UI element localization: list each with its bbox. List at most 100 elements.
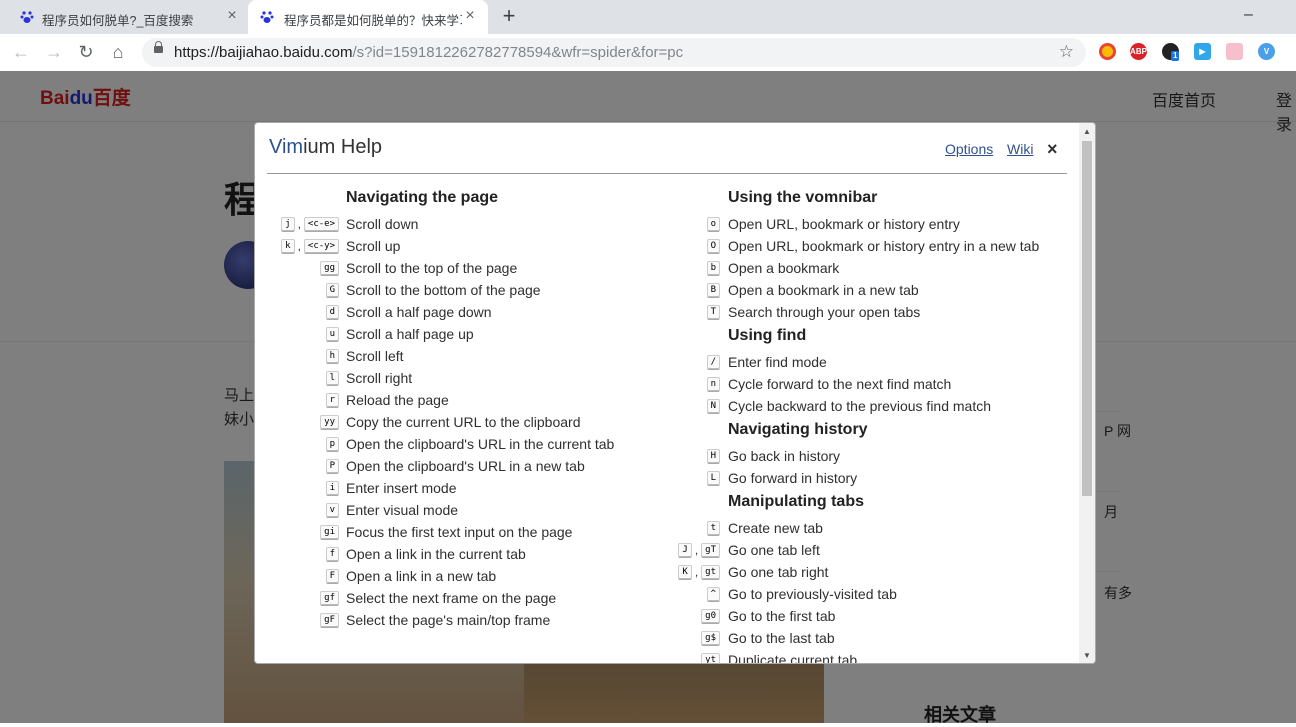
key-binding: v (325, 501, 339, 518)
key-cap: yt (701, 652, 720, 663)
qq-extension-icon[interactable]: 1 (1162, 43, 1180, 61)
command-row: o Open URL, bookmark or history entry (255, 215, 1055, 235)
key-binding: / (706, 353, 720, 370)
command-row: / Enter find mode (255, 353, 1055, 373)
command-description: Go forward in history (728, 470, 858, 486)
command-description: Duplicate current tab (728, 652, 858, 664)
scroll-down-arrow-icon[interactable]: ▼ (1083, 651, 1091, 660)
tab-strip: 程序员如何脱单?_百度搜索 × 程序员都是如何脱单的？快来学习 × + – (0, 0, 1296, 34)
command-row: L Go forward in history (255, 469, 1055, 489)
video-extension-icon[interactable]: ▶ (1194, 43, 1211, 60)
command-description: Open URL, bookmark or history entry in a… (728, 238, 1040, 254)
minimize-icon[interactable]: – (1244, 6, 1253, 24)
url-text: https://baijiahao.baidu.com/s?id=1591812… (174, 44, 684, 61)
key-binding: n (706, 375, 720, 392)
command-row: T Search through your open tabs (255, 303, 1055, 323)
key-cap: gT (701, 542, 720, 558)
reload-icon[interactable]: ↻ (74, 40, 98, 64)
command-description: Open a bookmark (728, 260, 840, 276)
key-binding: J, gT (678, 541, 720, 558)
command-row: B Open a bookmark in a new tab (255, 281, 1055, 301)
key-cap: N (706, 398, 720, 414)
key-cap: L (706, 470, 720, 486)
scrollbar-thumb[interactable] (1082, 141, 1092, 496)
key-binding: O (706, 237, 720, 254)
back-arrow-icon[interactable]: ← (9, 40, 33, 64)
key-binding: T (706, 303, 720, 320)
command-row: v Enter visual mode (255, 501, 1055, 521)
options-link[interactable]: Options (945, 141, 993, 157)
command-row: t Create new tab (255, 519, 1055, 539)
title-divider (267, 173, 1067, 174)
key-cap: yy (320, 414, 339, 430)
key-binding: yt (701, 651, 720, 663)
key-binding: g0 (701, 607, 720, 624)
command-description: Go back in history (728, 448, 841, 464)
lock-icon (154, 41, 163, 53)
command-description: Search through your open tabs (728, 304, 921, 320)
baidu-paw-icon (20, 11, 34, 23)
home-icon[interactable]: ⌂ (106, 40, 130, 64)
close-icon[interactable]: × (1047, 139, 1058, 160)
command-description: Go to the first tab (728, 608, 836, 624)
key-binding: H (706, 447, 720, 464)
command-description: Cycle forward to the next find match (728, 376, 952, 392)
address-bar[interactable]: https://baijiahao.baidu.com/s?id=1591812… (142, 38, 1086, 67)
key-cap: g$ (701, 630, 720, 646)
tab-baidu-search[interactable]: 程序员如何脱单?_百度搜索 × (0, 0, 248, 34)
scrollbar[interactable]: ▲ ▼ (1079, 123, 1095, 663)
command-description: Open URL, bookmark or history entry (728, 216, 960, 232)
key-binding: t (706, 519, 720, 536)
command-row: O Open URL, bookmark or history entry in … (255, 237, 1055, 257)
section-heading: Navigating the page (346, 189, 499, 206)
key-binding: L (706, 469, 720, 486)
command-description: Go one tab left (728, 542, 820, 558)
section-heading: Using find (728, 327, 807, 344)
dialog-title: Vimium Help (269, 136, 383, 158)
command-row: K, gt Go one tab right (255, 563, 1055, 583)
adblock-icon[interactable]: ABP (1130, 43, 1147, 60)
vimium-extension-icon[interactable]: V (1258, 43, 1275, 60)
key-cap: B (706, 282, 720, 298)
command-row: N Cycle backward to the previous find mat… (255, 397, 1055, 417)
command-description: Cycle backward to the previous find matc… (728, 398, 992, 414)
bilibili-extension-icon[interactable] (1226, 43, 1243, 60)
command-row: J, gT Go one tab left (255, 541, 1055, 561)
command-row: b Open a bookmark (255, 259, 1055, 279)
baidu-paw-icon (260, 11, 274, 23)
command-row: ^ Go to previously-visited tab (255, 585, 1055, 605)
command-row: n Cycle forward to the next find match (255, 375, 1055, 395)
new-tab-button[interactable]: + (498, 5, 520, 29)
key-cap: ^ (706, 586, 720, 602)
tab-title: 程序员都是如何脱单的？快来学习 (284, 14, 462, 28)
command-row: yt Duplicate current tab (255, 651, 1055, 664)
key-cap: u (325, 326, 339, 342)
key-cap: gt (701, 564, 720, 580)
vimium-help-dialog: Vimium Help Options Wiki × Navigating th… (254, 122, 1096, 664)
command-description: Enter find mode (728, 354, 827, 370)
close-tab-icon[interactable]: × (224, 8, 240, 24)
wiki-link[interactable]: Wiki (1007, 141, 1033, 157)
chrome-extension-icon[interactable] (1099, 43, 1116, 60)
key-binding: u (325, 325, 339, 342)
scroll-up-arrow-icon[interactable]: ▲ (1083, 127, 1091, 136)
bookmark-star-icon[interactable]: ☆ (1059, 42, 1074, 62)
key-cap: / (706, 354, 720, 370)
forward-arrow-icon[interactable]: → (42, 40, 66, 64)
key-cap: H (706, 448, 720, 464)
key-cap: b (706, 260, 720, 276)
command-row: u Scroll a half page up (255, 325, 1055, 345)
command-description: Create new tab (728, 520, 823, 536)
close-tab-icon[interactable]: × (462, 8, 478, 24)
key-cap: n (706, 376, 720, 392)
command-description: Go to previously-visited tab (728, 586, 897, 602)
key-binding: B (706, 281, 720, 298)
key-cap: K (678, 564, 692, 580)
section-heading: Manipulating tabs (728, 493, 864, 510)
key-binding: K, gt (678, 563, 720, 580)
command-row: H Go back in history (255, 447, 1055, 467)
tab-article[interactable]: 程序员都是如何脱单的？快来学习 × (248, 0, 488, 34)
key-binding: b (706, 259, 720, 276)
key-binding: o (706, 215, 720, 232)
key-cap: O (706, 238, 720, 254)
